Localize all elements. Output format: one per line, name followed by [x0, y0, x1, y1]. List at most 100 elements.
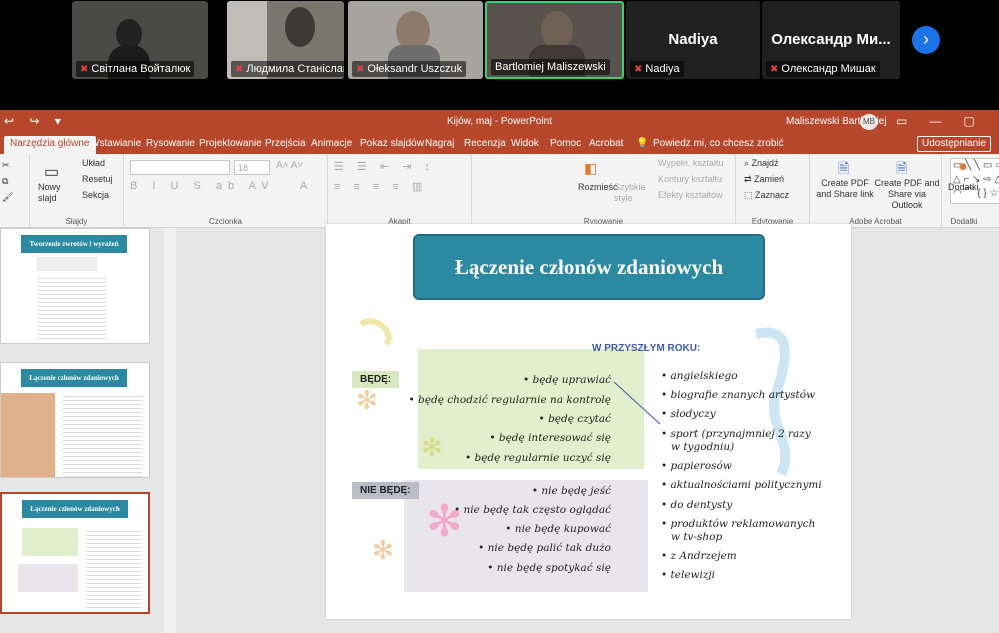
video-tile-5[interactable]: Nadiya ✖ Nadiya — [626, 1, 760, 79]
bede-phrase: • będę interesować się — [489, 432, 611, 444]
group-editing: ⌕ Znajdź ⇄ Zamień ⬚ Zaznacz Edytowanie — [736, 154, 810, 228]
slide-thumbnail-3[interactable]: Łączenie członów zdaniowych — [0, 492, 150, 614]
bede-phrase: • będę chodzić regularnie na kontrolę — [408, 394, 612, 406]
tab-draw[interactable]: Rysowanie — [146, 138, 195, 149]
participant-name-tag: ✖ Олександр Мишак — [766, 61, 880, 77]
search-icon: ⌕ — [744, 158, 752, 168]
bede-phrase: • będę czytać — [538, 413, 611, 425]
object-item: • aktualnościami politycznymi — [661, 479, 822, 491]
slide-thumbnail-2[interactable]: Łączenie członów zdaniowych — [0, 362, 150, 478]
object-item: w tv-shop — [671, 531, 723, 543]
object-item: • telewizji — [661, 569, 716, 581]
mic-muted-icon: ✖ — [356, 64, 365, 75]
addins-icon: ✹ — [958, 160, 969, 174]
create-pdf-outlook-button[interactable]: Create PDF and Share via Outlook — [872, 178, 942, 211]
snowflake-icon: ✻ — [421, 432, 443, 462]
group-label: Slajdy — [65, 217, 88, 226]
reset-button[interactable]: Resetuj — [82, 174, 113, 184]
group-label: Dodatki — [950, 217, 978, 226]
ribbon: ✂ ⧉ 🖌 ▭ Nowy slajd Układ Resetuj Sekcja … — [0, 154, 999, 228]
new-slide-button[interactable]: Nowy slajd — [38, 182, 68, 204]
mic-muted-icon: ✖ — [80, 64, 89, 75]
tab-animations[interactable]: Animacje — [311, 138, 352, 149]
object-item: w tygodniu) — [671, 441, 735, 453]
format-painter-icon[interactable]: 🖌 — [2, 192, 13, 203]
window-controls[interactable]: ▭—▢ — [896, 114, 997, 128]
shape-effects-button[interactable]: Efekty kształtów — [658, 190, 723, 200]
lightbulb-icon: 💡 — [636, 138, 649, 149]
arrange-button[interactable]: Rozmieść — [578, 182, 618, 192]
video-tile-4[interactable]: Bartlomiej Maliszewski — [485, 1, 624, 79]
section-header: W PRZYSZŁYM ROKU: — [592, 343, 701, 354]
tab-help[interactable]: Pomoc — [550, 138, 581, 149]
decor-brush — [359, 318, 392, 347]
thumbnail-title: Tworzenie zwrotów i wyrażeń — [21, 235, 127, 253]
tab-insert[interactable]: Wstawianie — [90, 138, 141, 149]
font-color-icon[interactable]: A — [300, 180, 307, 192]
create-pdf-share-link-button[interactable]: Create PDF and Share link — [814, 178, 876, 200]
font-grow-icon[interactable]: A˄ A˅ — [276, 160, 303, 171]
slide-canvas[interactable]: Łączenie członów zdaniowych ✻ ✻ ✻ ✻ W PR… — [326, 224, 851, 619]
font-style-icons[interactable]: B I U S ab AV — [130, 180, 274, 192]
group-slides: ▭ Nowy slajd Układ Resetuj Sekcja Slajdy — [30, 154, 124, 228]
tab-view[interactable]: Widok — [511, 138, 539, 149]
align-icons[interactable]: ≡ ≡ ≡ ≡ ▥ — [334, 180, 427, 193]
participant-name-tag: ✖ Nadiya — [630, 61, 684, 77]
video-tile-6[interactable]: Олександр Ми... ✖ Олександр Мишак — [762, 1, 900, 79]
share-button[interactable]: Udostępnianie — [917, 136, 991, 152]
next-page-chevron-icon[interactable]: › — [912, 26, 940, 54]
title-bar: ↩ ↪ ▾ Kijów, maj - PowerPoint Maliszewsk… — [0, 110, 999, 134]
video-tile-strip: ✖Світлана Войталюк ✖Людмила Станіславова… — [0, 0, 999, 110]
quick-styles-button[interactable]: Szybkie style — [614, 182, 648, 204]
tab-home[interactable]: Narzędzia główne — [4, 136, 96, 154]
list-icons[interactable]: ☰ ☰ ⇤ ⇥ ↕ — [334, 160, 435, 173]
font-name-box[interactable] — [130, 160, 230, 175]
object-item: • biografie znanych artystów — [661, 389, 816, 401]
tab-design[interactable]: Projektowanie — [199, 138, 262, 149]
group-addins: ✹ Dodatki Dodatki — [942, 154, 986, 228]
find-button[interactable]: ⌕ Znajdź — [744, 158, 779, 169]
bede-phrase: • będę regularnie uczyć się — [464, 452, 611, 464]
thumbnail-title: Łączenie członów zdaniowych — [21, 369, 127, 387]
font-size-box[interactable]: 18 — [234, 160, 270, 175]
object-item: • angielskiego — [661, 370, 738, 382]
snowflake-icon: ✻ — [356, 385, 378, 415]
object-item: • produktów reklamowanych — [661, 518, 816, 530]
bede-label: BĘDĘ: — [352, 371, 400, 388]
nie-bede-phrase: • nie będę kupować — [505, 523, 611, 535]
replace-button[interactable]: ⇄ Zamień — [744, 174, 784, 185]
nie-bede-phrase: • nie będę spotykać się — [487, 562, 611, 574]
participant-display-name: Олександр Ми... — [771, 31, 891, 48]
video-tile-3[interactable]: ✖ Ołeksandr Uszczuk — [348, 1, 483, 79]
select-button[interactable]: ⬚ Zaznacz — [744, 190, 789, 201]
tab-slideshow[interactable]: Pokaz slajdów — [360, 138, 424, 149]
participant-name-tag: Bartlomiej Maliszewski — [491, 59, 610, 75]
cut-icon[interactable]: ✂ — [2, 160, 10, 171]
group-label: Czcionka — [209, 217, 242, 226]
tab-transitions[interactable]: Przejścia — [265, 138, 306, 149]
object-item: • do dentysty — [661, 499, 733, 511]
thumbnail-title: Łączenie członów zdaniowych — [22, 500, 128, 518]
participant-display-name: Nadiya — [668, 31, 718, 48]
tab-record[interactable]: Nagraj — [425, 138, 454, 149]
copy-icon[interactable]: ⧉ — [2, 176, 8, 187]
video-tile-2[interactable]: ✖Людмила Станіславова — [227, 1, 344, 79]
slide-thumbnail-1[interactable]: Tworzenie zwrotów i wyrażeń — [0, 228, 150, 344]
new-slide-icon: ▭ — [44, 164, 60, 181]
tab-acrobat[interactable]: Acrobat — [589, 138, 623, 149]
layout-button[interactable]: Układ — [82, 158, 105, 168]
section-button[interactable]: Sekcja — [82, 190, 109, 200]
thumbnail-scrollbar[interactable] — [164, 228, 176, 633]
tell-me-search[interactable]: Powiedz mi, co chcesz zrobić — [653, 138, 784, 149]
mic-muted-icon: ✖ — [770, 64, 779, 75]
tab-review[interactable]: Recenzja — [464, 138, 506, 149]
object-item: • z Andrzejem — [661, 550, 737, 562]
shape-fill-button[interactable]: Wypełn. kształtu — [658, 158, 723, 168]
nie-bede-phrase: • nie będę palić tak dużo — [478, 542, 611, 554]
addins-button[interactable]: Dodatki — [948, 182, 979, 192]
shape-outline-button[interactable]: Kontury kształtu — [658, 174, 722, 184]
avatar[interactable]: MB — [860, 114, 878, 130]
bede-phrase: • będę uprawiać — [523, 374, 611, 386]
nie-bede-label: NIE BĘDĘ: — [352, 482, 419, 499]
video-tile-1[interactable]: ✖ Світлана Войталюк — [72, 1, 208, 79]
